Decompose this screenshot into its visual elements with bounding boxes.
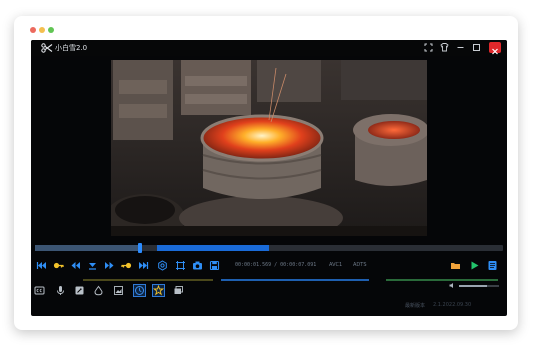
minimize-icon[interactable]: [455, 42, 466, 53]
skip-to-end-icon[interactable]: [138, 260, 149, 271]
scissors-icon: [41, 43, 53, 53]
close-icon: [492, 48, 498, 55]
video-codec: AVC1: [329, 262, 343, 268]
skin-icon[interactable]: [439, 42, 450, 53]
minimize-traffic-light[interactable]: [39, 27, 45, 33]
subtitle-cc-icon[interactable]: [34, 285, 45, 296]
microphone-icon[interactable]: [55, 285, 66, 296]
watermark-icon[interactable]: [93, 285, 104, 296]
skip-to-start-icon[interactable]: [36, 260, 47, 271]
audio-level-strip: [386, 279, 498, 281]
app-title: 小白雪2.0: [55, 44, 88, 52]
zoom-traffic-light[interactable]: [48, 27, 54, 33]
speed-icon[interactable]: [133, 284, 146, 297]
open-folder-icon[interactable]: [450, 260, 461, 271]
crop-icon[interactable]: [175, 260, 186, 271]
maximize-icon[interactable]: [471, 42, 482, 53]
version-label: 最新版本: [405, 303, 426, 309]
set-start-key-icon[interactable]: [53, 260, 64, 271]
audio-waveform-strip: [83, 279, 213, 281]
layers-icon[interactable]: [173, 285, 184, 296]
save-icon[interactable]: [209, 260, 220, 271]
set-end-key-icon[interactable]: [121, 260, 132, 271]
close-traffic-light[interactable]: [30, 27, 36, 33]
furnace-video-frame: [111, 60, 427, 236]
volume-slider[interactable]: [459, 285, 499, 287]
seek-selection[interactable]: [156, 245, 269, 251]
step-back-icon[interactable]: [70, 260, 81, 271]
step-forward-icon[interactable]: [104, 260, 115, 271]
volume-icon[interactable]: [449, 282, 457, 289]
snapshot-icon[interactable]: [192, 260, 203, 271]
mosaic-icon[interactable]: [113, 285, 124, 296]
fullscreen-icon[interactable]: [423, 42, 434, 53]
list-icon[interactable]: [487, 260, 498, 271]
effects-icon[interactable]: [152, 284, 165, 297]
seek-progress: [35, 245, 138, 251]
settings-icon[interactable]: [157, 260, 168, 271]
version-value: 2.1.2022.09.30: [433, 302, 472, 308]
app-window: 小白雪2.0 00:00:01.569 / 00:00:07.091 AVC1 …: [31, 40, 507, 316]
seek-bar[interactable]: [35, 243, 503, 253]
seek-thumb[interactable]: [137, 243, 142, 253]
mark-icon[interactable]: [87, 260, 98, 271]
title-bar: 小白雪2.0: [31, 40, 507, 56]
edit-icon[interactable]: [74, 285, 85, 296]
close-button[interactable]: [489, 42, 501, 55]
audio-codec: ADTS: [353, 262, 367, 268]
clip-range-strip: [221, 279, 369, 281]
play-icon[interactable]: [469, 260, 480, 271]
timecode: 00:00:01.569 / 00:00:07.091: [235, 262, 317, 268]
video-preview[interactable]: [111, 60, 427, 236]
volume-level: [459, 285, 487, 287]
